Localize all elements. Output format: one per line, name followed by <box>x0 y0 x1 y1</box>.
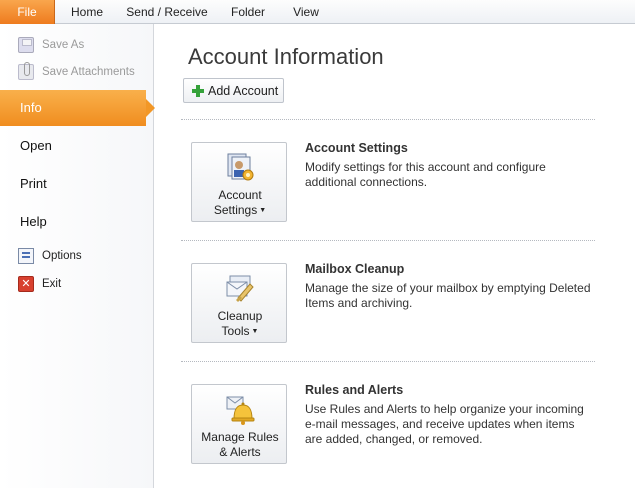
plus-icon <box>192 84 204 97</box>
options-label: Options <box>42 250 82 262</box>
section-divider <box>181 361 595 362</box>
account-settings-description: Modify settings for this account and con… <box>305 160 546 189</box>
manage-rules-line2: & Alerts <box>219 445 261 459</box>
save-attachments-label: Save Attachments <box>42 66 135 78</box>
dropdown-caret-icon: ▼ <box>251 328 259 335</box>
dropdown-caret-icon: ▼ <box>259 207 267 214</box>
rules-alerts-description: Use Rules and Alerts to help organize yo… <box>305 402 584 446</box>
options-icon <box>18 248 34 264</box>
cleanup-tools-button[interactable]: Cleanup Tools ▼ <box>191 263 287 343</box>
save-icon <box>18 37 34 53</box>
mailbox-cleanup-title: Mailbox Cleanup <box>305 262 405 276</box>
options-command[interactable]: Options <box>18 246 82 266</box>
exit-command[interactable]: ✕ Exit <box>18 274 61 294</box>
nav-item-help[interactable]: Help <box>0 204 154 240</box>
manage-rules-line1: Manage Rules <box>201 430 279 444</box>
section-divider <box>181 119 595 120</box>
exit-label: Exit <box>42 278 62 290</box>
nav-item-print[interactable]: Print <box>0 166 154 202</box>
account-settings-icon <box>227 153 254 181</box>
mailbox-cleanup-description: Manage the size of your mailbox by empty… <box>305 281 591 310</box>
account-settings-button[interactable]: Account Settings ▼ <box>191 142 287 222</box>
tab-home[interactable]: Home <box>62 0 112 24</box>
tab-view[interactable]: View <box>282 0 330 24</box>
cleanup-tools-icon <box>226 275 254 302</box>
tab-send-receive[interactable]: Send / Receive <box>120 0 214 24</box>
manage-rules-alerts-button[interactable]: Manage Rules & Alerts <box>191 384 287 464</box>
rules-alerts-title: Rules and Alerts <box>305 383 404 397</box>
save-as-command[interactable]: Save As <box>18 35 84 55</box>
save-as-label: Save As <box>42 39 85 51</box>
cleanup-tools-line1: Cleanup <box>217 309 263 323</box>
account-settings-line1: Account <box>218 188 262 202</box>
tab-folder[interactable]: Folder <box>222 0 274 24</box>
section-divider <box>181 240 595 241</box>
ribbon-tab-strip: File Home Send / Receive Folder View <box>0 0 635 24</box>
rules-alerts-bell-icon <box>226 396 255 425</box>
nav-item-info[interactable]: Info <box>0 90 155 126</box>
nav-item-open[interactable]: Open <box>0 128 154 164</box>
page-title: Account Information <box>188 44 384 69</box>
add-account-label: Add Account <box>208 83 279 98</box>
backstage-nav: Save As Save Attachments Info Open Print… <box>0 24 155 488</box>
add-account-button[interactable]: Add Account <box>183 78 284 103</box>
tab-file[interactable]: File <box>0 0 55 24</box>
exit-icon: ✕ <box>18 276 34 292</box>
cleanup-tools-line2: Tools <box>221 324 250 338</box>
attachment-icon <box>18 62 34 80</box>
account-settings-title: Account Settings <box>305 141 408 155</box>
save-attachments-command[interactable]: Save Attachments <box>18 62 135 82</box>
account-settings-line2: Settings <box>213 203 258 217</box>
